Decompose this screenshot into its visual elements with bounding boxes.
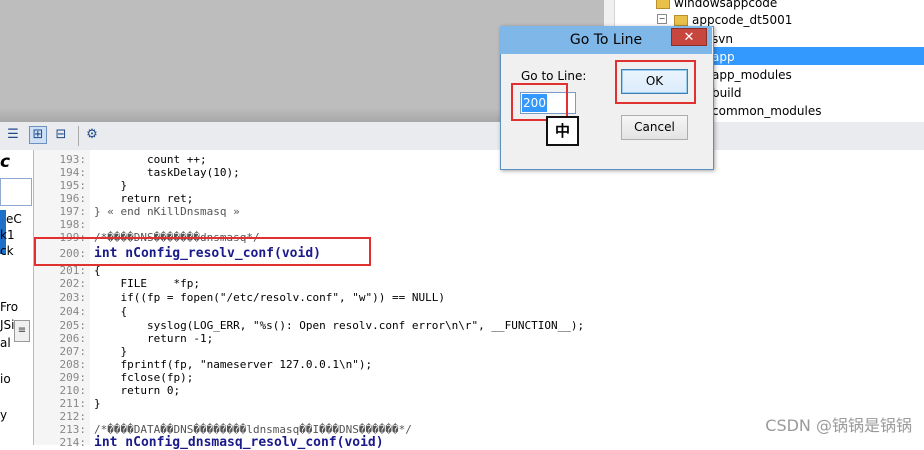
- close-icon[interactable]: ✕: [671, 28, 707, 46]
- folder-icon: [674, 15, 688, 26]
- tree-view-icon[interactable]: ⊞: [29, 126, 47, 144]
- tree-item-app[interactable]: app: [712, 50, 735, 64]
- line-number: 209:: [59, 371, 87, 384]
- symbol-item[interactable]: k1: [0, 228, 15, 242]
- code-line[interactable]: 203: if((fp = fopen("/etc/resolv.conf", …: [38, 291, 446, 304]
- code-line[interactable]: 195: }: [38, 179, 128, 192]
- code-text: fprintf(fp, "nameserver 127.0.0.1\n");: [94, 358, 373, 371]
- symbol-item[interactable]: al: [0, 336, 11, 350]
- code-text: {: [94, 305, 128, 318]
- code-line[interactable]: 205: syslog(LOG_ERR, "%s(): Open resolv.…: [38, 319, 585, 332]
- line-number: 197:: [59, 205, 87, 218]
- tree-expander[interactable]: −: [657, 14, 667, 24]
- code-text: if((fp = fopen("/etc/resolv.conf", "w"))…: [94, 291, 445, 304]
- symbol-item[interactable]: JSi: [0, 318, 15, 332]
- line-number: 198:: [59, 218, 87, 231]
- gear-icon[interactable]: ⚙: [83, 126, 101, 144]
- code-line[interactable]: 210: return 0;: [38, 384, 181, 397]
- editor-toolbar: [0, 122, 924, 151]
- code-text: return -1;: [94, 332, 214, 345]
- code-line[interactable]: 197: } « end nKillDnsmasq »: [38, 205, 240, 218]
- code-text: fclose(fp);: [94, 371, 194, 384]
- tree-item-svn[interactable]: svn: [712, 32, 733, 46]
- hierarchy-view-icon[interactable]: ⊟: [52, 126, 70, 144]
- code-text: taskDelay(10);: [94, 166, 240, 179]
- code-line[interactable]: 208: fprintf(fp, "nameserver 127.0.0.1\n…: [38, 358, 373, 371]
- line-number: 213:: [59, 423, 87, 436]
- code-line[interactable]: 194: taskDelay(10);: [38, 166, 240, 179]
- line-number: 214:: [59, 436, 87, 449]
- line-number: 210:: [59, 384, 87, 397]
- line-number: 204:: [59, 305, 87, 318]
- ime-indicator[interactable]: 中: [546, 116, 579, 146]
- code-text: syslog(LOG_ERR, "%s(): Open resolv.conf …: [94, 319, 585, 332]
- code-line[interactable]: 206: return -1;: [38, 332, 214, 345]
- tree-item-windowsappcode[interactable]: windowsappcode: [656, 0, 777, 10]
- code-line[interactable]: 211:}: [38, 397, 101, 410]
- code-text: FILE *fp;: [94, 277, 200, 290]
- watermark: CSDN @锅锅是锅锅: [765, 416, 912, 435]
- line-number: 212:: [59, 410, 87, 423]
- code-text: } « end nKillDnsmasq »: [94, 205, 240, 218]
- line-number: 211:: [59, 397, 87, 410]
- symbol-item[interactable]: io: [0, 372, 11, 386]
- symbol-item[interactable]: ck: [0, 244, 14, 258]
- line-number: 207:: [59, 345, 87, 358]
- go-to-line-label: Go to Line:: [521, 69, 587, 83]
- symbol-item[interactable]: y: [0, 408, 7, 422]
- line-number: 206:: [59, 332, 87, 345]
- code-line[interactable]: 214: int nConfig_dnsmasq_resolv_conf(void…: [38, 436, 384, 449]
- code-line[interactable]: 193: count ++;: [38, 153, 207, 166]
- symbol-panel-scroll-handle[interactable]: ≡: [14, 320, 30, 342]
- symbol-search-input[interactable]: [0, 178, 32, 206]
- line-number: 203:: [59, 291, 87, 304]
- code-line[interactable]: 202: FILE *fp;: [38, 277, 200, 290]
- symbol-item[interactable]: eC: [6, 212, 22, 226]
- line-number: 208:: [59, 358, 87, 371]
- tree-item-build[interactable]: build: [712, 86, 742, 100]
- line-number: 196:: [59, 192, 87, 205]
- line-number: 205:: [59, 319, 87, 332]
- line-number: 195:: [59, 179, 87, 192]
- toolbar-separator: [78, 126, 79, 146]
- code-text: }: [94, 345, 128, 358]
- code-line[interactable]: 198:: [38, 218, 94, 231]
- code-line[interactable]: 209: fclose(fp);: [38, 371, 194, 384]
- line-number: 202:: [59, 277, 87, 290]
- code-text: }: [94, 397, 101, 410]
- line-number: 194:: [59, 166, 87, 179]
- cancel-button[interactable]: Cancel: [621, 115, 688, 140]
- folder-icon: [656, 0, 670, 9]
- annotation-line-200: [34, 237, 371, 266]
- tree-item-common-modules[interactable]: common_modules: [712, 104, 822, 118]
- tree-item-appcode[interactable]: appcode_dt5001: [674, 13, 792, 27]
- code-text: count ++;: [94, 153, 207, 166]
- symbol-item[interactable]: Fro: [0, 300, 18, 314]
- code-line[interactable]: 212:: [38, 410, 94, 423]
- line-number: 193:: [59, 153, 87, 166]
- code-text: return 0;: [94, 384, 181, 397]
- tree-item-app-modules[interactable]: app_modules: [712, 68, 792, 82]
- symbol-panel-title: c: [0, 152, 11, 172]
- code-text: return ret;: [94, 192, 194, 205]
- code-line[interactable]: 207: }: [38, 345, 128, 358]
- list-view-icon[interactable]: ☰: [4, 126, 22, 144]
- annotation-ok-button: [615, 60, 696, 104]
- code-line[interactable]: 204: {: [38, 305, 128, 318]
- code-text: int nConfig_dnsmasq_resolv_conf(void): [94, 435, 384, 450]
- code-line[interactable]: 196: return ret;: [38, 192, 194, 205]
- code-text: }: [94, 179, 128, 192]
